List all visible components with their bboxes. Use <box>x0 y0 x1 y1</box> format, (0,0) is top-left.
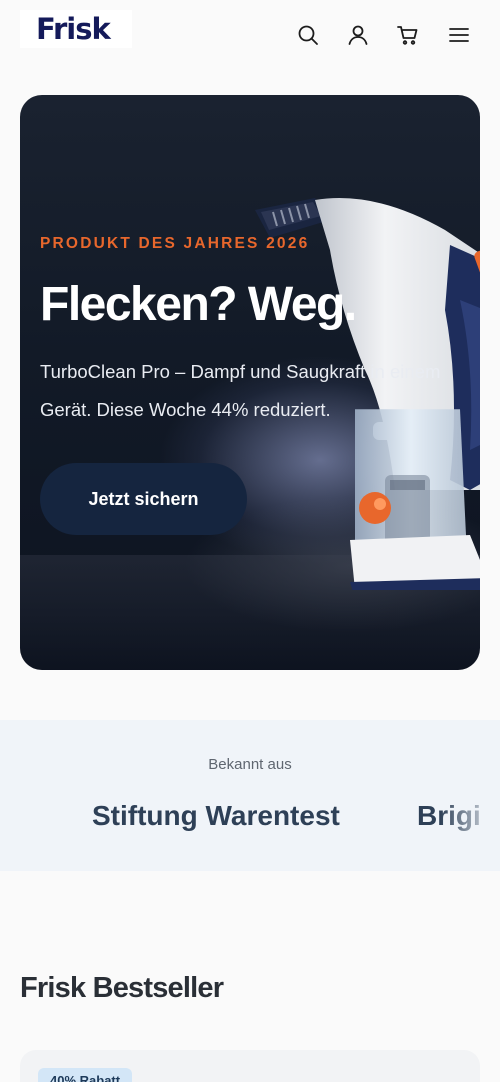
discount-badge: 40% Rabatt <box>38 1068 133 1082</box>
hero-subtitle: TurboClean Pro – Dampf und Saugkraft in … <box>40 361 441 420</box>
press-section: Bekannt aus Stiftung Warentest Brigi <box>0 720 500 871</box>
product-card[interactable]: 40% Rabatt <box>20 1050 480 1082</box>
account-icon[interactable] <box>343 20 373 50</box>
press-logo-stiftung-warentest: Stiftung Warentest <box>92 800 340 831</box>
brand-logo[interactable]: Frisk <box>20 10 132 48</box>
cart-icon[interactable] <box>393 20 423 50</box>
menu-icon[interactable] <box>444 20 474 50</box>
hero-cta-button[interactable]: Jetzt sichern <box>40 463 247 535</box>
hero-headline: Flecken? Weg. <box>40 278 357 331</box>
press-fade <box>440 780 500 860</box>
bestseller-title: Frisk Bestseller <box>20 972 224 1004</box>
search-icon[interactable] <box>293 20 323 50</box>
press-label: Bekannt aus <box>208 756 292 773</box>
site-header: Frisk <box>0 0 500 64</box>
brand-logo-text: Frisk <box>36 12 111 46</box>
hero-eyebrow: PRODUKT DES JAHRES 2026 <box>40 235 310 252</box>
hero-banner: PRODUKT DES JAHRES 2026 Flecken? Weg. Tu… <box>20 95 480 670</box>
